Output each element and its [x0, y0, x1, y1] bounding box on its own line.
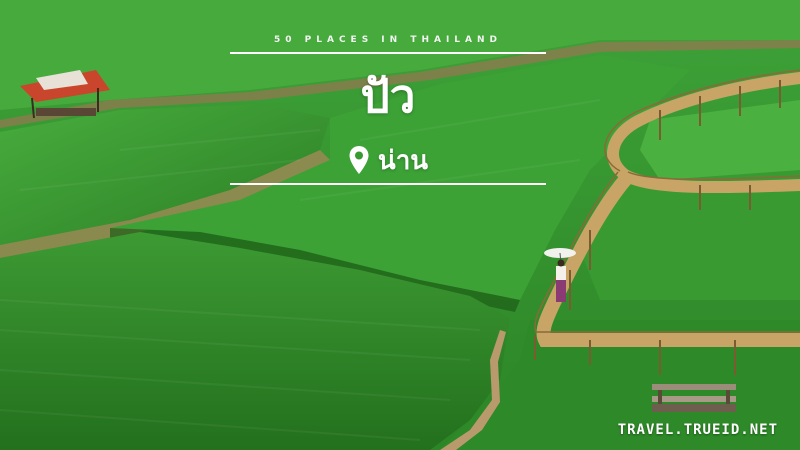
series-kicker: 50 PLACES IN THAILAND [273, 35, 503, 45]
title-rule-top [230, 52, 546, 54]
site-watermark: TRAVEL.TRUEID.NET [617, 422, 778, 438]
location-row: น่าน [230, 140, 546, 180]
title-overlay: 50 PLACES IN THAILAND ปัว น่าน [230, 30, 546, 190]
rice-field-scene: 50 PLACES IN THAILAND ปัว น่าน TRAVEL.TR… [0, 0, 800, 450]
province-name: น่าน [377, 145, 429, 176]
place-name: ปัว [360, 69, 416, 123]
title-rule-bottom [230, 183, 546, 185]
location-pin-icon [349, 146, 369, 174]
